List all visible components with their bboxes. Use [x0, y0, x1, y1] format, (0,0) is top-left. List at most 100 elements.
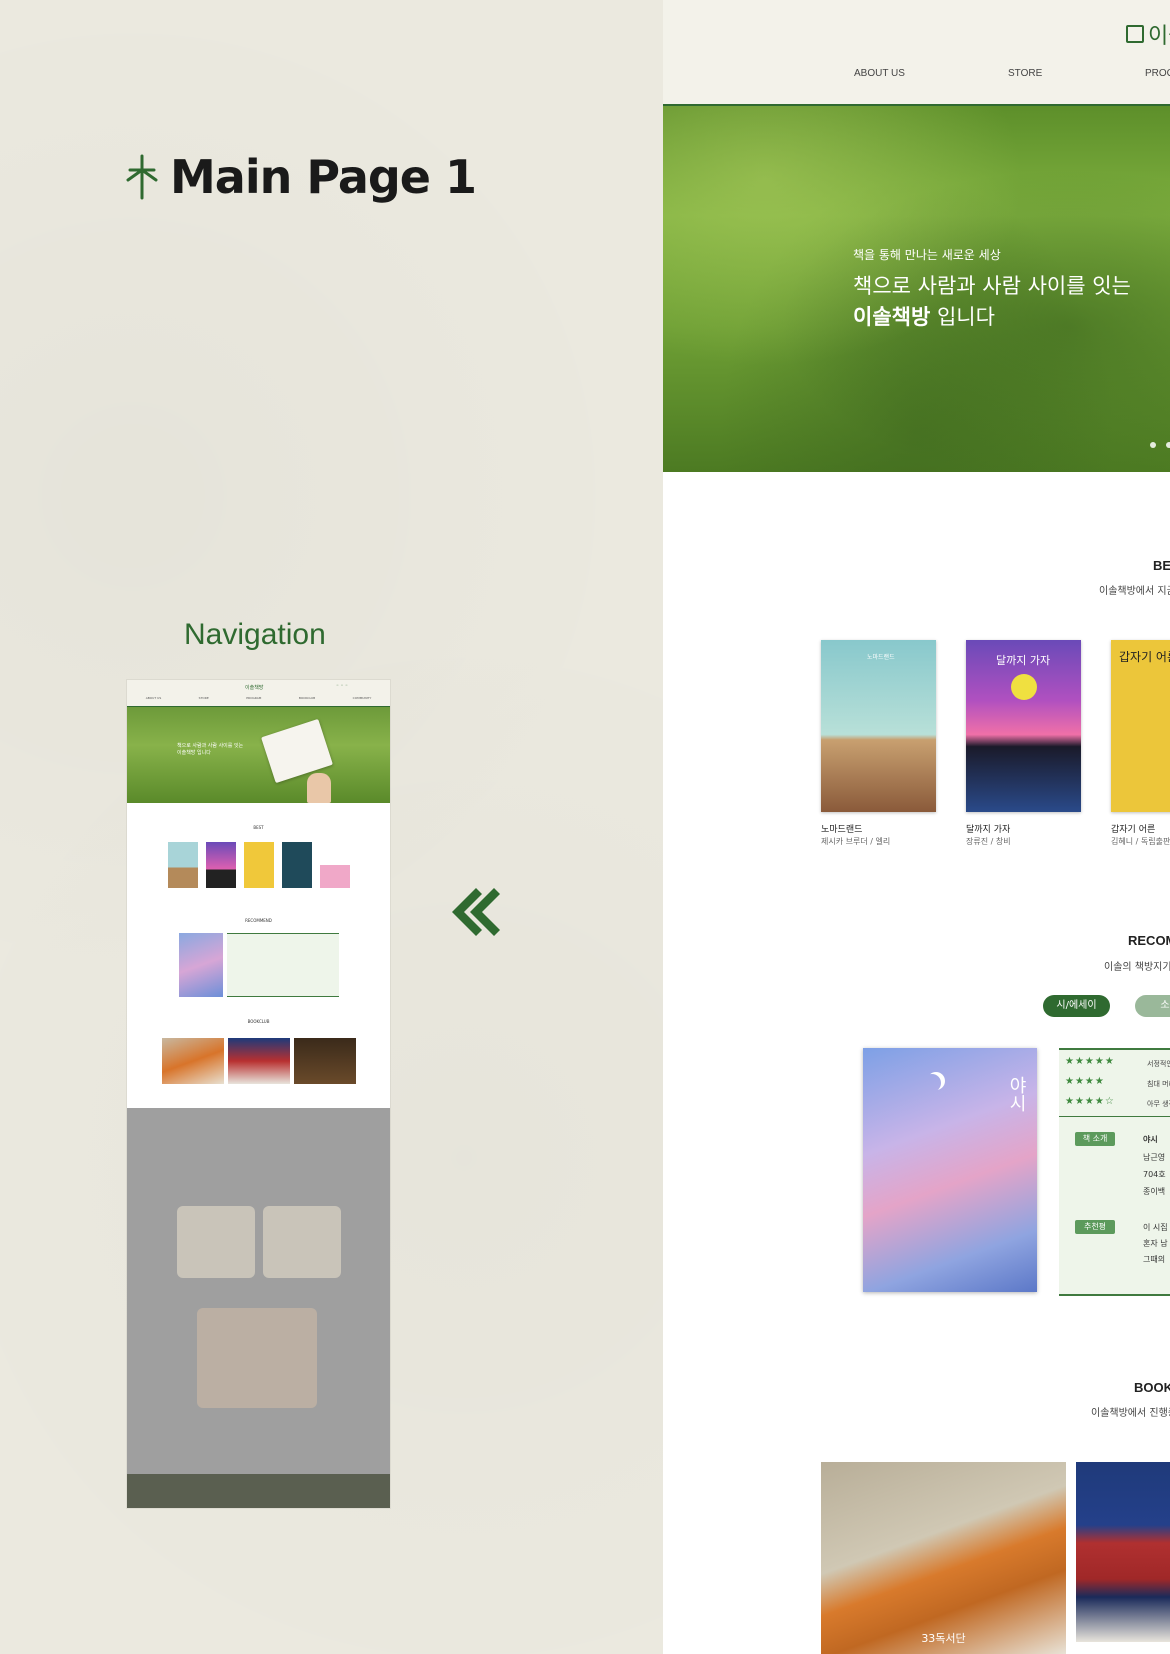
rating-stars: ★★★★☆ — [1065, 1096, 1115, 1107]
recommend-book-cover[interactable]: 야시 — [863, 1048, 1037, 1292]
intro-line: 남근영 — [1143, 1153, 1166, 1162]
bookclub-photo-1[interactable]: 33독서단 — [821, 1462, 1066, 1654]
thumb-club-photo — [293, 1038, 356, 1084]
rating-comment: 아무 생각 — [1147, 1100, 1170, 1108]
nav-about-us[interactable]: ABOUT US — [854, 68, 905, 79]
site-header: 이솔 ABOUT US STORE PROG — [663, 0, 1170, 106]
nav-store[interactable]: STORE — [1008, 68, 1042, 79]
recommend-line: 혼자 남 — [1143, 1239, 1168, 1248]
thumb-program-card — [263, 1206, 341, 1278]
thumb-program-card — [177, 1206, 255, 1278]
thumb-footer — [127, 1474, 390, 1508]
book-title[interactable]: 달까지 가자 — [966, 822, 1010, 835]
rating-stars: ★★★★★ — [1065, 1056, 1115, 1067]
intro-line: 야시 — [1143, 1135, 1158, 1144]
hero-title-line1: 책으로 사람과 사람 사이를 잇는 — [853, 274, 1131, 298]
thumb-hero-line1: 책으로 사람과 사람 사이를 잇는 — [177, 743, 244, 749]
thumb-menu-item: STORE — [198, 696, 209, 700]
thumb-menu-item: COMMUNITY — [352, 696, 372, 700]
thumb-menu-item: PROGRAM — [246, 696, 262, 700]
slider-dot[interactable] — [1150, 442, 1156, 448]
book-cover-sudden-adult[interactable]: 갑자기 어른 — [1111, 640, 1170, 812]
cover-title: 달까지 가자 — [996, 654, 1051, 667]
thumb-goods-image — [197, 1308, 317, 1408]
thumb-section-title: RECOMMEND — [245, 918, 272, 923]
thumb-club-photo — [227, 1038, 290, 1084]
thumb-books — [127, 842, 390, 888]
panel-divider — [1059, 1116, 1170, 1117]
thumb-section-title: BEST — [253, 825, 264, 830]
thumb-book — [243, 842, 274, 888]
thumb-club-photo — [161, 1038, 224, 1084]
thumb-header: 이솔책방 ◦ ◦ ◦ ABOUT US STORE PROGRAM BOOKCL… — [127, 680, 390, 707]
site-logo-text: 이솔 — [1148, 24, 1170, 49]
thumb-book — [167, 842, 198, 888]
thumb-bookclub — [127, 1038, 390, 1084]
thumb-rec-panel — [226, 933, 339, 997]
book-author: 장류진 / 창비 — [966, 837, 1011, 846]
hero-subtitle: 책을 통해 만나는 새로운 세상 — [853, 248, 1001, 262]
thumb-menu-item: ABOUT US — [145, 696, 162, 700]
book-author: 김혜니 / 독립출판 — [1111, 837, 1170, 846]
book-title[interactable]: 갑자기 어른 — [1111, 822, 1155, 835]
thumb-header-icons: ◦ ◦ ◦ — [335, 683, 348, 689]
book-cover-nomadland[interactable]: 노마드랜드 — [821, 640, 936, 812]
thumb-dim-overlay — [127, 1108, 390, 1508]
rating-comment: 서정적인 — [1147, 1060, 1170, 1068]
bookclub-photo-2[interactable] — [1076, 1462, 1170, 1642]
tree-icon — [126, 154, 158, 200]
cover-title: 야시 — [1006, 1076, 1027, 1112]
cover-title: 노마드랜드 — [867, 654, 895, 661]
recommend-line: 그때의 — [1143, 1255, 1166, 1264]
double-chevron-left-icon — [452, 888, 500, 936]
page-thumbnail[interactable]: 이솔책방 ◦ ◦ ◦ ABOUT US STORE PROGRAM BOOKCL… — [127, 680, 390, 1508]
thumb-recommend — [178, 933, 339, 997]
thumb-rec-cover — [178, 933, 223, 997]
thumb-book — [205, 842, 236, 888]
thumb-hero-text: 책으로 사람과 사람 사이를 잇는 이솔책방 입니다 — [177, 743, 243, 757]
hero-title-line2: 이솔책방 입니다 — [853, 301, 995, 331]
slider-dot[interactable] — [1166, 442, 1170, 448]
website-preview: 이솔 ABOUT US STORE PROG 책을 통해 만나는 새로운 세상 … — [663, 0, 1170, 1654]
recommend-subheading: 이솔의 책방지기들 — [1104, 962, 1170, 973]
logo-icon — [1126, 25, 1144, 43]
crescent-moon-icon — [923, 1074, 941, 1092]
page-title: Main Page 1 — [170, 150, 477, 204]
title-block: Main Page 1 — [124, 150, 477, 204]
thumb-hand — [307, 773, 331, 803]
book-author: 제시카 브루더 / 엘리 — [821, 837, 891, 846]
thumb-hero-line2: 이솔책방 입니다 — [177, 750, 211, 756]
recommend-detail-panel: ★★★★★ 서정적인 ★★★★ 침대 머리 ★★★★☆ 아무 생각 책 소개 야… — [1059, 1048, 1170, 1296]
thumb-section-title: BOOKCLUB — [247, 1019, 270, 1024]
nav-program[interactable]: PROG — [1145, 68, 1170, 79]
bookclub-subheading: 이솔책방에서 진행중 — [1091, 1408, 1170, 1419]
site-logo[interactable]: 이솔 — [1126, 18, 1170, 50]
hero-title-rest: 입니다 — [930, 305, 995, 329]
thumb-book — [319, 842, 350, 888]
bookclub-photo-label: 33독서단 — [921, 1632, 966, 1645]
best-heading: BE — [1153, 558, 1170, 573]
intro-line: 종이백 — [1143, 1187, 1166, 1196]
tab-novel[interactable]: 소 — [1135, 995, 1170, 1017]
tab-poetry-essay[interactable]: 시/에세이 — [1043, 995, 1110, 1017]
recommend-line: 이 시집 — [1143, 1223, 1168, 1232]
book-title[interactable]: 노마드랜드 — [821, 822, 862, 835]
hero-banner: 책을 통해 만나는 새로운 세상 책으로 사람과 사람 사이를 잇는 이솔책방 … — [663, 106, 1170, 472]
intro-line: 704호 — [1143, 1170, 1166, 1179]
tag-recommend: 추천평 — [1075, 1220, 1115, 1234]
bookclub-heading: BOOKC — [1134, 1380, 1170, 1395]
recommend-heading: RECOM — [1128, 933, 1170, 948]
best-subheading: 이솔책방에서 지금 — [1099, 586, 1170, 597]
hero-title-brand: 이솔책방 — [853, 305, 931, 329]
thumb-menu-item: BOOKCLUB — [298, 696, 316, 700]
thumb-logo: 이솔책방 — [245, 685, 264, 691]
thumb-book — [281, 842, 312, 888]
rating-stars: ★★★★ — [1065, 1076, 1105, 1087]
cover-title: 갑자기 어른 — [1119, 650, 1170, 664]
thumb-menu: ABOUT US STORE PROGRAM BOOKCLUB COMMUNIT… — [127, 696, 390, 700]
moon-icon — [1011, 674, 1037, 700]
tag-book-intro: 책 소개 — [1075, 1132, 1115, 1146]
book-cover-moon[interactable]: 달까지 가자 — [966, 640, 1081, 812]
thumb-hero: 책으로 사람과 사람 사이를 잇는 이솔책방 입니다 — [127, 707, 390, 803]
navigation-caption: Navigation — [184, 618, 326, 651]
